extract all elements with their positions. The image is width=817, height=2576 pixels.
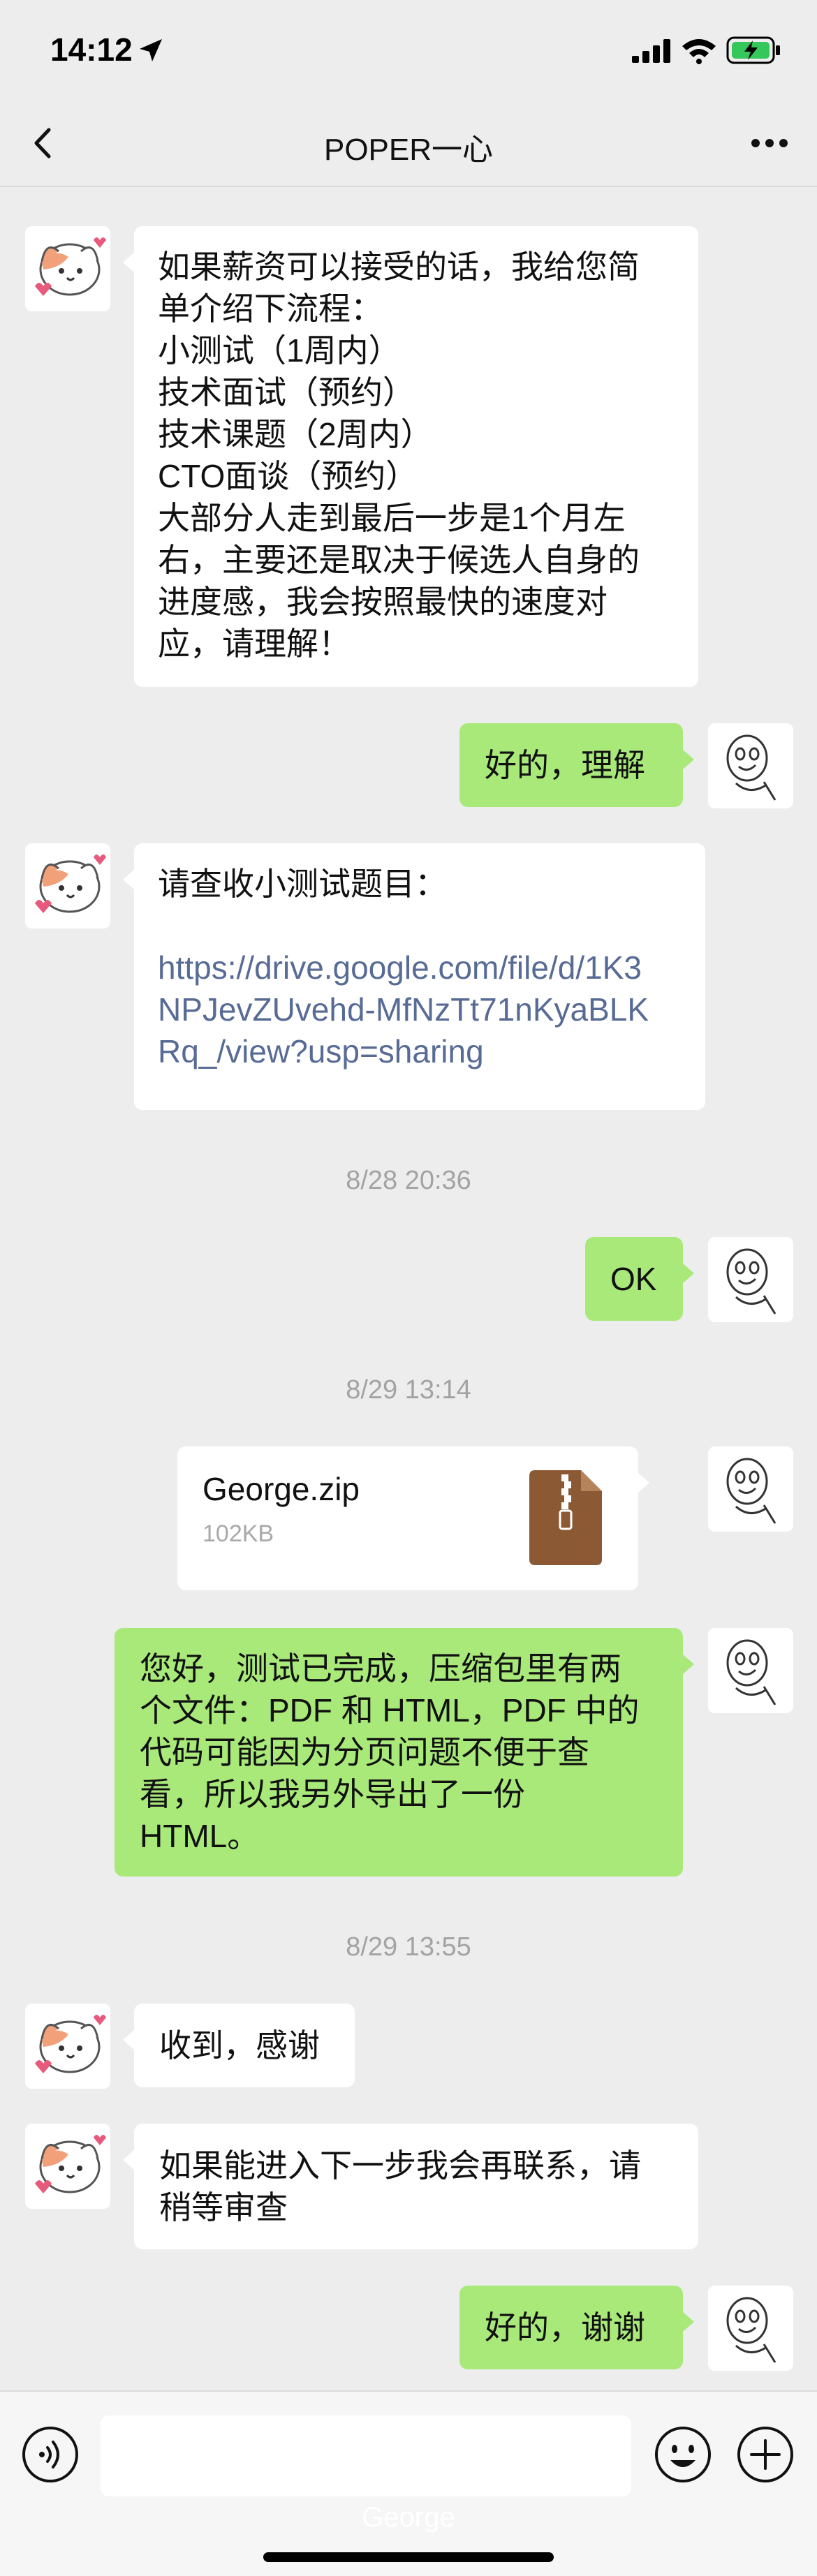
plus-icon[interactable] [736,2425,795,2484]
timestamp: 8/29 13:14 [346,1375,471,1405]
message-text: 好的，谢谢 [485,2309,645,2346]
input-ghost-text: George [362,2502,455,2533]
bubble-tail [123,2030,134,2050]
cat-avatar-icon[interactable] [25,2124,110,2209]
sketch-face-avatar-icon[interactable] [708,1446,793,1532]
bubble-tail [638,1473,649,1493]
cat-avatar-icon[interactable] [25,226,110,311]
file-message-card[interactable]: George.zip 102KB [177,1446,649,1590]
emoji-icon[interactable] [654,2425,712,2484]
message-bubble-incoming[interactable]: 收到，感谢 [123,2004,355,2087]
cat-avatar-icon[interactable] [25,2004,110,2089]
wifi-icon [682,39,716,64]
more-dots-icon[interactable] [749,126,790,161]
bubble-tail [683,750,694,769]
message-bubble-incoming[interactable]: 如果能进入下一步我会再联系，请 稍等审查 [123,2124,698,2249]
home-indicator [263,2552,554,2562]
bubble-tail [123,2150,134,2170]
status-time: 14:12 [50,31,133,68]
zip-file-icon [529,1470,602,1565]
message-bubble-incoming[interactable]: 请查收小测试题目： https://drive.google.com/file/… [123,843,705,1110]
message-text: 好的，理解 [485,747,645,783]
bubble-tail [123,870,134,889]
message-link[interactable]: https://drive.google.com/file/d/1K3 NPJe… [158,947,682,1072]
sketch-face-avatar-icon[interactable] [708,1237,793,1322]
file-size: 102KB [203,1520,274,1547]
sketch-face-avatar-icon[interactable] [708,2286,793,2371]
message-text: 您好，测试已完成，压缩包里有两 个文件：PDF 和 HTML，PDF 中的 代码… [140,1650,640,1854]
voice-input-icon[interactable] [21,2425,80,2484]
message-text: 如果能进入下一步我会再联系，请 稍等审查 [159,2147,641,2226]
battery-charging-icon [726,36,780,64]
message-bubble-outgoing[interactable]: 好的，谢谢 [459,2286,694,2369]
message-text: OK [610,1261,657,1297]
input-toolbar: George [0,2390,817,2576]
message-text: 如果薪资可以接受的话，我给您简 单介绍下流程： 小测试（1周内） 技术面试（预约… [158,249,640,662]
message-bubble-outgoing[interactable]: 您好，测试已完成，压缩包里有两 个文件：PDF 和 HTML，PDF 中的 代码… [115,1628,694,1877]
sketch-face-avatar-icon[interactable] [708,723,793,808]
header-divider [0,186,817,187]
message-input[interactable] [101,2415,631,2496]
chat-title: POPER一心 [323,133,494,167]
location-arrow-icon [140,39,162,61]
chat-header: POPER一心 [0,105,817,182]
timestamp: 8/28 20:36 [346,1166,471,1195]
message-bubble-outgoing[interactable]: 好的，理解 [459,723,694,807]
message-bubble-outgoing[interactable]: OK [585,1237,694,1321]
file-name: George.zip [203,1471,360,1507]
message-bubble-incoming[interactable]: 如果薪资可以接受的话，我给您简 单介绍下流程： 小测试（1周内） 技术面试（预约… [123,226,698,687]
bubble-tail [683,2312,694,2332]
message-text: 请查收小测试题目： [158,866,447,902]
cat-avatar-icon[interactable] [25,843,110,928]
sketch-face-avatar-icon[interactable] [708,1628,793,1713]
bubble-tail [683,1655,694,1674]
message-text: 收到，感谢 [159,2027,320,2064]
cellular-signal-icon [632,39,670,63]
status-bar: 14:12 [0,0,817,98]
bubble-tail [683,1264,694,1283]
bubble-tail [123,253,134,272]
timestamp: 8/29 13:55 [346,1932,471,1962]
